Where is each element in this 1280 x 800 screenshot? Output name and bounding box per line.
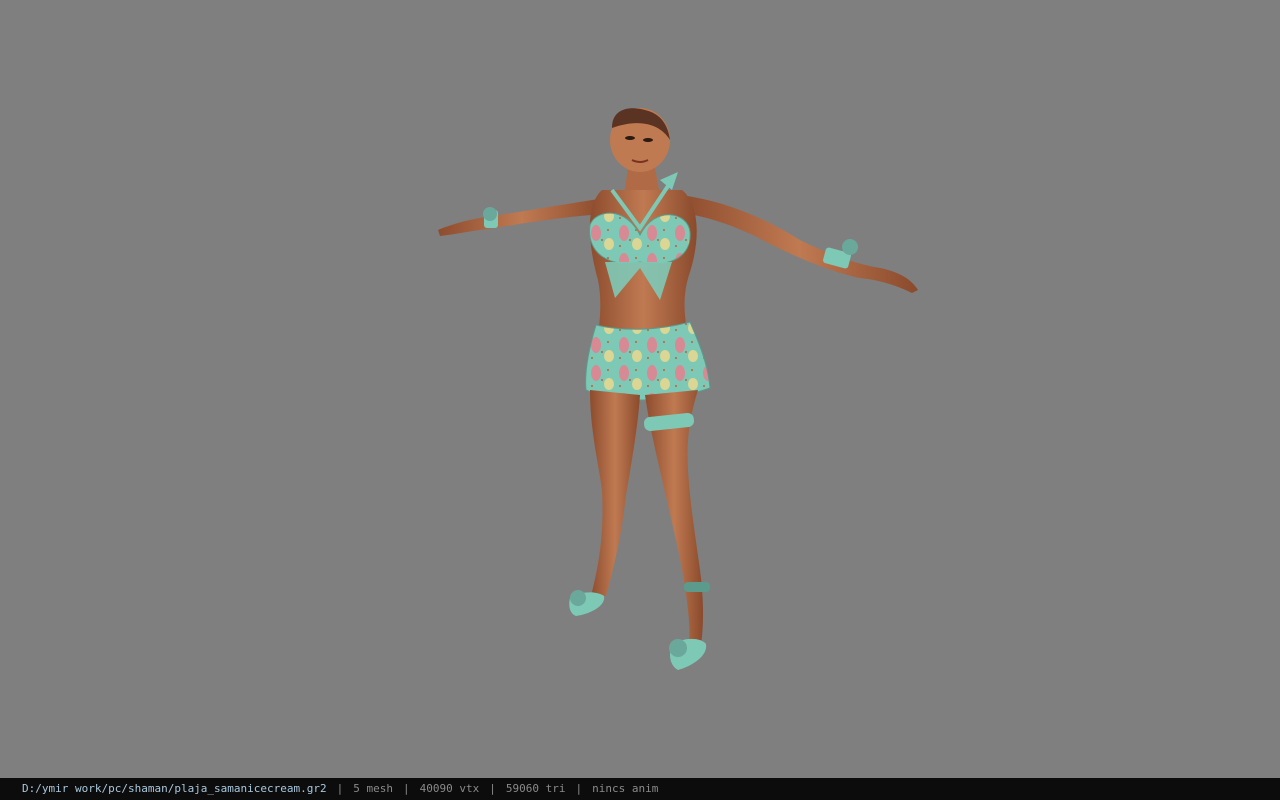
right-wrist-flower: [842, 239, 858, 255]
separator: |: [403, 782, 410, 795]
left-wrist-flower: [483, 207, 497, 221]
left-leg: [590, 390, 640, 596]
separator: |: [489, 782, 496, 795]
mesh-count: 5 mesh: [353, 782, 394, 795]
character-model[interactable]: [0, 0, 1280, 778]
animation-status: nincs anim: [592, 782, 659, 795]
status-bar: D:/ymir work/pc/shaman/plaja_samanicecre…: [0, 778, 1280, 800]
left-shoe-flower: [570, 590, 586, 606]
left-arm: [438, 198, 605, 236]
file-path-label: D:/ymir work/pc/shaman/plaja_samanicecre…: [22, 782, 327, 795]
separator: |: [575, 782, 583, 795]
triangle-count: 59060 tri: [505, 782, 566, 795]
3d-viewport[interactable]: [0, 0, 1280, 778]
right-arm: [680, 195, 918, 293]
ankle-strap: [684, 582, 710, 592]
skirt: [585, 321, 711, 401]
vertex-count: 40090 vtx: [419, 782, 480, 795]
right-shoe-flower: [669, 639, 687, 657]
separator: |: [336, 782, 344, 795]
